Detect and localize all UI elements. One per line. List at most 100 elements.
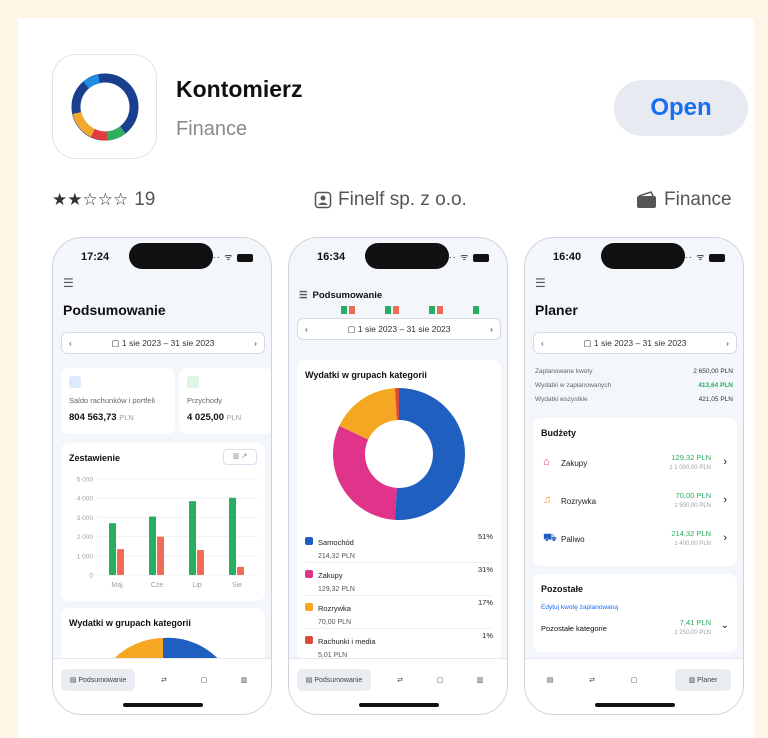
rating: ★★☆☆☆ 19 xyxy=(52,186,155,214)
other-limit: z 250,00 PLN xyxy=(674,630,711,636)
legend-amount: 129,32 PLN xyxy=(318,586,355,593)
menu-icon: ☰ xyxy=(299,290,308,301)
app-store-card: Kontomierz Finance Open ★★☆☆☆ 19 Finelf … xyxy=(18,18,754,738)
person-icon xyxy=(314,191,332,209)
car-icon: ⛟ xyxy=(543,532,557,544)
bar xyxy=(197,550,204,575)
other-categories-label: Pozostałe kategorie xyxy=(541,624,607,633)
legend-item: Rozrywka 17% 70,00 PLN xyxy=(305,598,493,629)
x-tick-label: Sie xyxy=(232,582,242,589)
bar xyxy=(237,566,244,575)
legend-percent: 17% xyxy=(477,598,493,607)
bank-icon xyxy=(69,376,81,388)
legend-swatch xyxy=(305,536,313,545)
donut-legend: Samochód 51% 214,32 PLN Zakupy 31% 129,32 PLN… xyxy=(305,532,493,664)
all-spent-row: Wydatki wszystkie 421,05 PLN xyxy=(535,396,733,403)
next-chevron-icon: › xyxy=(490,324,493,334)
transfer-icon[interactable]: ⇄ xyxy=(389,669,411,691)
summary-icon[interactable]: ▤ xyxy=(539,669,561,691)
income-value: 4 025,00 PLN xyxy=(187,412,242,423)
nav-tab-summary[interactable]: ▤ Podsumowanie xyxy=(297,669,371,691)
bar xyxy=(149,516,156,575)
card-icon[interactable]: ▢ xyxy=(193,669,215,691)
app-name: Kontomierz xyxy=(176,76,303,102)
y-tick-label: 2 000 xyxy=(77,534,94,541)
transfer-icon[interactable]: ⇄ xyxy=(153,669,175,691)
edit-planned-link[interactable]: Edytuj kwotę zaplanowaną xyxy=(541,604,618,611)
prev-chevron-icon: ‹ xyxy=(69,338,72,348)
budget-row-paliwo[interactable]: ⛟ Paliwo 214,32 PLN z 400,00 PLN › xyxy=(541,524,729,558)
date-range-picker: ‹ ▢ 1 sie 2023 – 31 sie 2023 › xyxy=(297,318,501,340)
date-range: ▢ 1 sie 2023 – 31 sie 2023 xyxy=(347,323,451,334)
date-range-picker: ‹ ▢ 1 sie 2023 – 31 sie 2023 › xyxy=(61,332,265,354)
chevron-right-icon: › xyxy=(723,532,727,544)
wallet-icon xyxy=(637,191,656,208)
planner-icon[interactable]: ▥ xyxy=(233,669,255,691)
next-chevron-icon: › xyxy=(254,338,257,348)
dynamic-island xyxy=(365,243,449,269)
other-card: Pozostałe Edytuj kwotę zaplanowaną Pozos… xyxy=(533,574,737,652)
screenshot-1[interactable]: 17:24 ··· ᯤ ☰ Podsumowanie ‹ ▢ 1 sie 202… xyxy=(52,237,272,715)
status-icons: ··· ᯤ xyxy=(209,250,253,263)
budget-row-zakupy[interactable]: ⌂ Zakupy 129,32 PLN z 1 000,00 PLN › xyxy=(541,448,729,482)
bar xyxy=(117,549,124,575)
date-range: ▢ 1 sie 2023 – 31 sie 2023 xyxy=(111,337,215,348)
next-chevron-icon: › xyxy=(726,338,729,348)
screenshot-3[interactable]: 16:40 ··· ᯤ ☰ Planer ‹ ▢ 1 sie 2023 – 31… xyxy=(524,237,744,715)
home-indicator xyxy=(595,703,675,707)
status-time: 17:24 xyxy=(81,251,110,263)
categories-card-preview: Wydatki w grupach kategorii xyxy=(61,608,265,662)
rating-stars: ★★☆☆☆ xyxy=(52,190,129,209)
legend-name: Zakupy xyxy=(318,571,343,580)
chevron-right-icon: › xyxy=(723,456,727,468)
x-tick-label: Lip xyxy=(192,582,201,589)
balance-card: Saldo rachunków i portfeli 804 563,73 PL… xyxy=(61,368,175,434)
y-tick-label: 1 000 xyxy=(77,553,94,560)
developer-name: Finelf sp. z o.o. xyxy=(338,189,467,210)
music-note-icon: ♫ xyxy=(543,494,552,506)
other-spent: 7,41 PLN xyxy=(679,618,711,627)
planner-icon[interactable]: ▥ xyxy=(469,669,491,691)
y-tick-label: 5 000 xyxy=(77,477,94,484)
transfer-icon[interactable]: ⇄ xyxy=(581,669,603,691)
date-range: ▢ 1 sie 2023 – 31 sie 2023 xyxy=(583,337,687,348)
legend-percent: 51% xyxy=(477,532,493,541)
status-icons: ··· ᯤ xyxy=(445,250,489,263)
nav-tab-planner[interactable]: ▥ Planer xyxy=(675,669,731,691)
card-icon[interactable]: ▢ xyxy=(623,669,645,691)
x-tick-label: Cze xyxy=(151,582,164,589)
screenshot-2[interactable]: 16:34 ··· ᯤ ☰ Podsumowanie ‹ ▢ 1 sie 2023… xyxy=(288,237,508,715)
legend-amount: 70,00 PLN xyxy=(318,619,352,626)
bar-chart: 0 1 000 2 000 3 000 4 000 5 000 Maj Cze Lip Sie xyxy=(77,477,257,589)
screen-title: Planer xyxy=(535,302,578,318)
genre: Finance xyxy=(636,186,732,214)
prev-chevron-icon: ‹ xyxy=(541,338,544,348)
screen-title: Podsumowanie xyxy=(63,302,166,318)
rating-count: 19 xyxy=(134,189,156,210)
card-icon[interactable]: ▢ xyxy=(429,669,451,691)
legend-swatch xyxy=(305,635,313,644)
chevron-right-icon: › xyxy=(723,494,727,506)
nav-tab-summary[interactable]: ▤ Podsumowanie xyxy=(61,669,135,691)
budgets-title: Budżety xyxy=(541,428,577,438)
open-button[interactable]: Open xyxy=(614,80,748,136)
date-range-picker: ‹ ▢ 1 sie 2023 – 31 sie 2023 › xyxy=(533,332,737,354)
income-label: Przychody xyxy=(187,396,223,405)
x-tick-label: Maj xyxy=(111,582,123,589)
app-icon[interactable] xyxy=(52,54,157,159)
chevron-down-icon[interactable]: ⌄ xyxy=(721,620,729,631)
legend-swatch xyxy=(305,569,313,578)
budget-row-rozrywka[interactable]: ♫ Rozrywka 70,00 PLN z 500,00 PLN › xyxy=(541,486,729,520)
legend-percent: 31% xyxy=(477,565,493,574)
balance-label: Saldo rachunków i portfeli xyxy=(69,396,155,405)
y-tick-label: 4 000 xyxy=(77,496,94,503)
balance-value: 804 563,73 PLN xyxy=(69,412,134,423)
status-time: 16:34 xyxy=(317,251,346,263)
legend-name: Rachunki i media xyxy=(318,637,376,646)
planned-spent-row: Wydatki w zaplanowanych 413,64 PLN xyxy=(535,382,733,389)
screen-header: ☰ Podsumowanie xyxy=(299,290,383,301)
income-card: Przychody 4 025,00 PLN xyxy=(179,368,271,434)
donut-slice xyxy=(394,388,465,520)
planned-amount-row: Zaplanowane kwoty 2 650,00 PLN xyxy=(535,368,733,375)
prev-chevron-icon: ‹ xyxy=(305,324,308,334)
